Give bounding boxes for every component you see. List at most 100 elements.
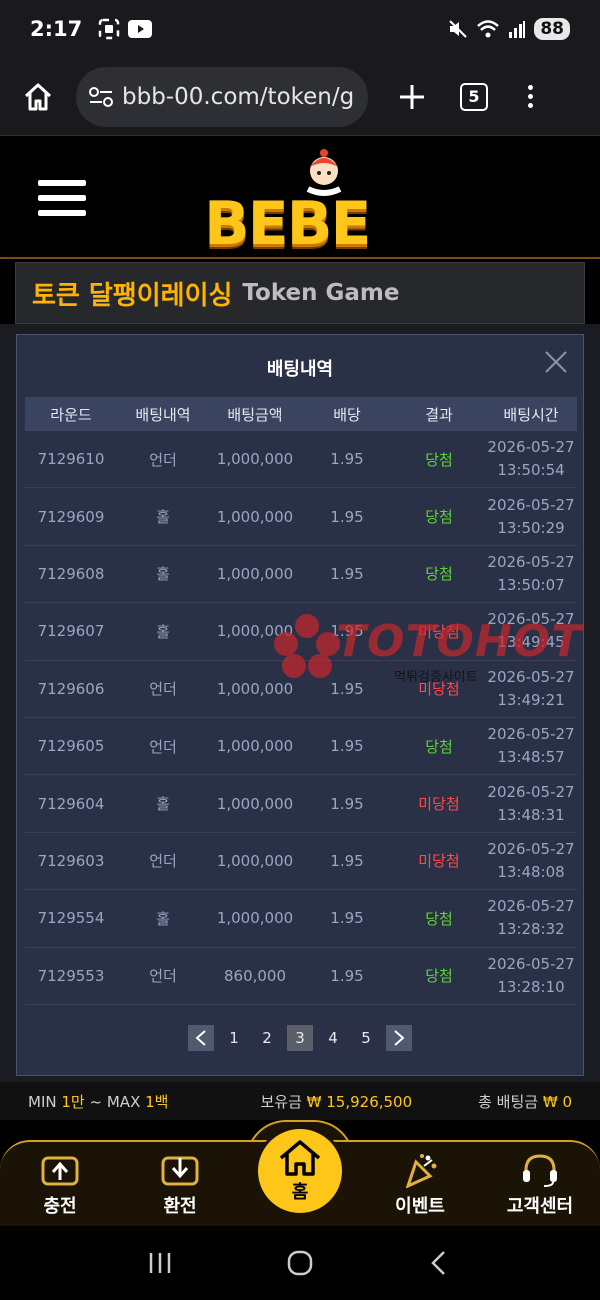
round-cell: 7129609: [37, 507, 105, 526]
table-row: 7129604 홀 1,000,000 1.95 미당첨 2026-05-27 13:48:…: [25, 775, 577, 833]
amount-cell: 1,000,000: [216, 450, 294, 469]
bet-cell: 홀: [156, 909, 170, 928]
odds-cell: 1.95: [330, 851, 364, 870]
bet-date: 2026-05-27: [487, 667, 575, 686]
odds-cell: 1.95: [330, 794, 364, 813]
close-icon[interactable]: [543, 349, 569, 375]
time-cell: 2026-05-27 13:50:07: [485, 551, 577, 597]
bet-cell: 언더: [149, 680, 177, 699]
header-amount: 배팅금액: [227, 405, 283, 424]
tab-switcher-button[interactable]: 5: [460, 82, 488, 111]
bet-cell: 언더: [149, 737, 177, 756]
nav-charge[interactable]: 충전: [15, 1152, 105, 1218]
table-row: 7129609 홀 1,000,000 1.95 당첨 2026-05-27 13:50:2…: [25, 488, 577, 546]
page-title: 토큰 달팽이레이싱: [32, 280, 233, 311]
home-icon: [24, 83, 52, 110]
status-time: 2:17: [30, 17, 83, 41]
system-home-icon[interactable]: [286, 1249, 314, 1277]
round-cell: 7129603: [37, 851, 105, 870]
bet-limit: MIN 1만 ~ MAX 1백: [28, 1091, 168, 1112]
odds-cell: 1.95: [330, 737, 364, 756]
address-bar[interactable]: bbb-00.com/token/g: [76, 66, 368, 127]
home-icon: [279, 1140, 321, 1176]
table-row: 7129608 홀 1,000,000 1.95 당첨 2026-05-27 13:50:0…: [25, 546, 577, 604]
min-value: 1만: [61, 1092, 85, 1111]
nav-event[interactable]: 이벤트: [375, 1152, 465, 1218]
nav-support-label: 고객센터: [506, 1196, 574, 1217]
page-3-active[interactable]: 3: [287, 1025, 313, 1051]
site-settings-icon[interactable]: [88, 86, 114, 108]
result-cell: 당첨: [425, 508, 453, 527]
result-cell: 미당첨: [418, 680, 460, 699]
stats-bar: MIN 1만 ~ MAX 1백 보유금 ₩ 15,926,500 총 배팅금 ₩…: [0, 1082, 600, 1120]
table-header: 라운드 배팅내역 배팅금액 배당 결과 배팅시간: [25, 397, 577, 431]
bet-time: 13:50:54: [497, 461, 565, 480]
time-cell: 2026-05-27 13:49:45: [485, 608, 577, 654]
deposit-icon: [41, 1156, 79, 1186]
bet-time: 13:48:08: [497, 862, 565, 881]
table-row: 7129553 언더 860,000 1.95 당첨 2026-05-27 13:28:10: [25, 948, 577, 1005]
new-tab-button[interactable]: [392, 77, 432, 117]
prev-page-button[interactable]: [188, 1025, 214, 1051]
battery-indicator: 88: [534, 18, 570, 40]
min-label: MIN: [28, 1092, 57, 1111]
bet-cell: 홀: [156, 508, 170, 527]
bet-date: 2026-05-27: [487, 610, 575, 629]
page-5[interactable]: 5: [353, 1025, 379, 1051]
amount-cell: 1,000,000: [216, 737, 294, 756]
back-icon[interactable]: [426, 1249, 454, 1277]
logo-text: BEBE: [204, 189, 371, 259]
round-cell: 7129607: [37, 622, 105, 641]
nav-support[interactable]: 고객센터: [495, 1152, 585, 1218]
bet-cell: 언더: [149, 450, 177, 469]
max-value: 1백: [145, 1092, 169, 1111]
table-row: 7129610 언더 1,000,000 1.95 당첨 2026-05-27 13:50:…: [25, 431, 577, 489]
amount-cell: 1,000,000: [216, 909, 294, 928]
page-4[interactable]: 4: [320, 1025, 346, 1051]
next-page-button[interactable]: [386, 1025, 412, 1051]
balance: 보유금 ₩ 15,926,500: [260, 1091, 412, 1112]
bet-time: 13:49:45: [497, 633, 565, 652]
result-cell: 미당첨: [418, 795, 460, 814]
odds-cell: 1.95: [330, 507, 364, 526]
amount-cell: 1,000,000: [216, 794, 294, 813]
menu-button[interactable]: [24, 163, 100, 233]
table-row: 7129603 언더 1,000,000 1.95 미당첨 2026-05-27 13:48…: [25, 833, 577, 891]
site-header: BEBE: [0, 137, 600, 259]
result-cell: 미당첨: [418, 852, 460, 871]
nav-withdraw[interactable]: 환전: [135, 1152, 225, 1218]
site-logo[interactable]: BEBE: [200, 149, 400, 259]
round-cell: 7129604: [37, 794, 105, 813]
page-1[interactable]: 1: [221, 1025, 247, 1051]
bet-date: 2026-05-27: [487, 839, 575, 858]
time-cell: 2026-05-27 13:28:32: [485, 895, 577, 941]
odds-cell: 1.95: [330, 622, 364, 641]
amount-cell: 1,000,000: [216, 622, 294, 641]
round-cell: 7129610: [37, 450, 105, 469]
nav-home[interactable]: 홈: [255, 1126, 345, 1216]
round-cell: 7129605: [37, 737, 105, 756]
result-cell: 미당첨: [418, 622, 460, 641]
bet-date: 2026-05-27: [487, 438, 575, 457]
header-time: 배팅시간: [503, 405, 559, 424]
page-2[interactable]: 2: [254, 1025, 280, 1051]
odds-cell: 1.95: [330, 679, 364, 698]
round-cell: 7129608: [37, 564, 105, 583]
headset-icon: [523, 1154, 557, 1187]
youtube-icon: [128, 20, 153, 38]
odds-cell: 1.95: [330, 564, 364, 583]
signal-icon: [509, 21, 526, 38]
round-cell: 7129554: [37, 909, 105, 928]
table-row: 7129606 언더 1,000,000 1.95 미당첨 2026-05-27 13:49…: [25, 661, 577, 718]
recent-apps-icon[interactable]: [146, 1249, 174, 1277]
bet-date: 2026-05-27: [487, 495, 575, 514]
system-nav-bar: [0, 1226, 600, 1300]
result-cell: 당첨: [425, 737, 453, 756]
browser-home-button[interactable]: [18, 77, 58, 117]
result-cell: 당첨: [425, 967, 453, 986]
bet-history-modal: 배팅내역 라운드 배팅내역 배팅금액 배당 결과 배팅시간 7129610 언더 1…: [16, 334, 584, 1076]
amount-cell: 1,000,000: [216, 679, 294, 698]
bet-time: 13:28:10: [497, 977, 565, 996]
browser-menu-button[interactable]: [520, 85, 540, 108]
nav-home-label: 홈: [291, 1182, 309, 1203]
